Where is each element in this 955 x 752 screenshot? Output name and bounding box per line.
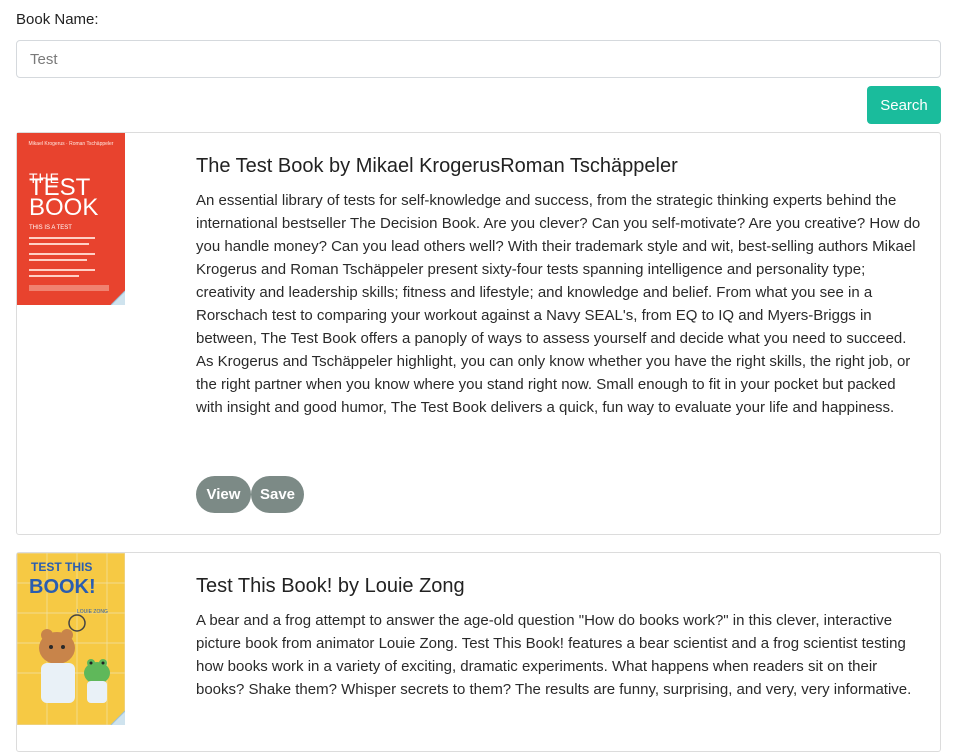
cover-title-line1: TEST THIS [31,560,92,574]
cover-title-line2: BOOK! [29,576,96,598]
book-description: An essential library of tests for self-k… [196,192,921,416]
result-card: Mikael Krogerus · Roman Tschäppeler THE … [16,132,941,535]
view-button[interactable]: View [196,476,251,513]
search-input[interactable] [16,40,941,78]
cover-authors: Mikael Krogerus · Roman Tschäppeler [29,141,114,147]
book-cover-image: TEST THIS BOOK! LOUIE ZONG [17,553,125,725]
search-label: Book Name: [16,11,99,28]
result-card: TEST THIS BOOK! LOUIE ZONG Test This Boo… [16,552,941,752]
cover-tagline: THIS IS A TEST [29,225,72,231]
book-cover-image: Mikael Krogerus · Roman Tschäppeler THE … [17,133,125,305]
save-button[interactable]: Save [251,476,304,513]
search-button[interactable]: Search [867,86,941,124]
book-title: Test This Book! by Louie Zong [196,575,465,597]
book-description: A bear and a frog attempt to answer the … [196,612,912,698]
cover-author: LOUIE ZONG [77,609,108,615]
cover-title-line3: BOOK [29,194,98,221]
book-title: The Test Book by Mikael KrogerusRoman Ts… [196,155,678,177]
